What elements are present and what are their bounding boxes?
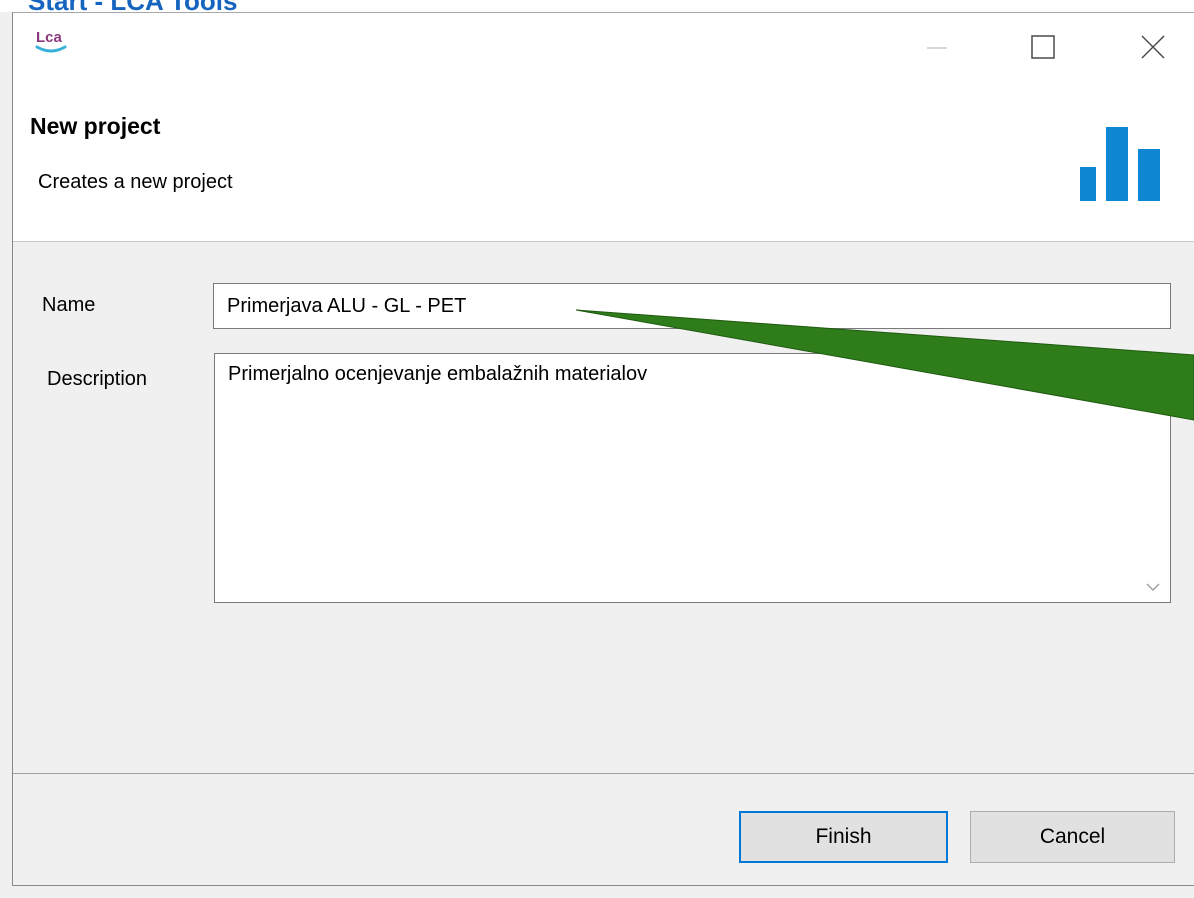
minimize-icon [927,47,947,49]
description-label: Description [47,368,148,390]
bar-chart-icon [1080,127,1160,201]
page-title: New project [30,113,161,139]
svg-text:Lca: Lca [36,29,63,46]
description-input[interactable]: Primerjalno ocenjevanje embalažnih mater… [215,354,1135,602]
name-input[interactable] [213,283,1171,329]
background-window-title: Start - LCA Tools [28,0,237,12]
finish-button[interactable]: Finish [739,811,948,863]
close-icon [1141,35,1165,59]
wizard-banner: New project Creates a new project [13,97,1194,242]
openlca-logo-icon: Lca [35,29,67,53]
maximize-button[interactable] [1023,29,1063,65]
cancel-button[interactable]: Cancel [970,811,1175,863]
footer-divider [13,773,1194,774]
close-button[interactable] [1133,29,1173,65]
background-window-strip: Start - LCA Tools [0,0,1194,12]
dialog-titlebar: Lca [13,13,1194,97]
chevron-down-icon[interactable] [1146,582,1160,592]
maximize-icon [1031,35,1055,59]
description-scrollbar[interactable] [1136,354,1170,602]
new-project-dialog: Lca New project Creates a new project Na… [12,12,1194,886]
page-subtitle: Creates a new project [38,171,233,193]
name-label: Name [42,294,96,316]
description-field[interactable]: Primerjalno ocenjevanje embalažnih mater… [214,353,1171,603]
minimize-button[interactable] [917,29,957,65]
